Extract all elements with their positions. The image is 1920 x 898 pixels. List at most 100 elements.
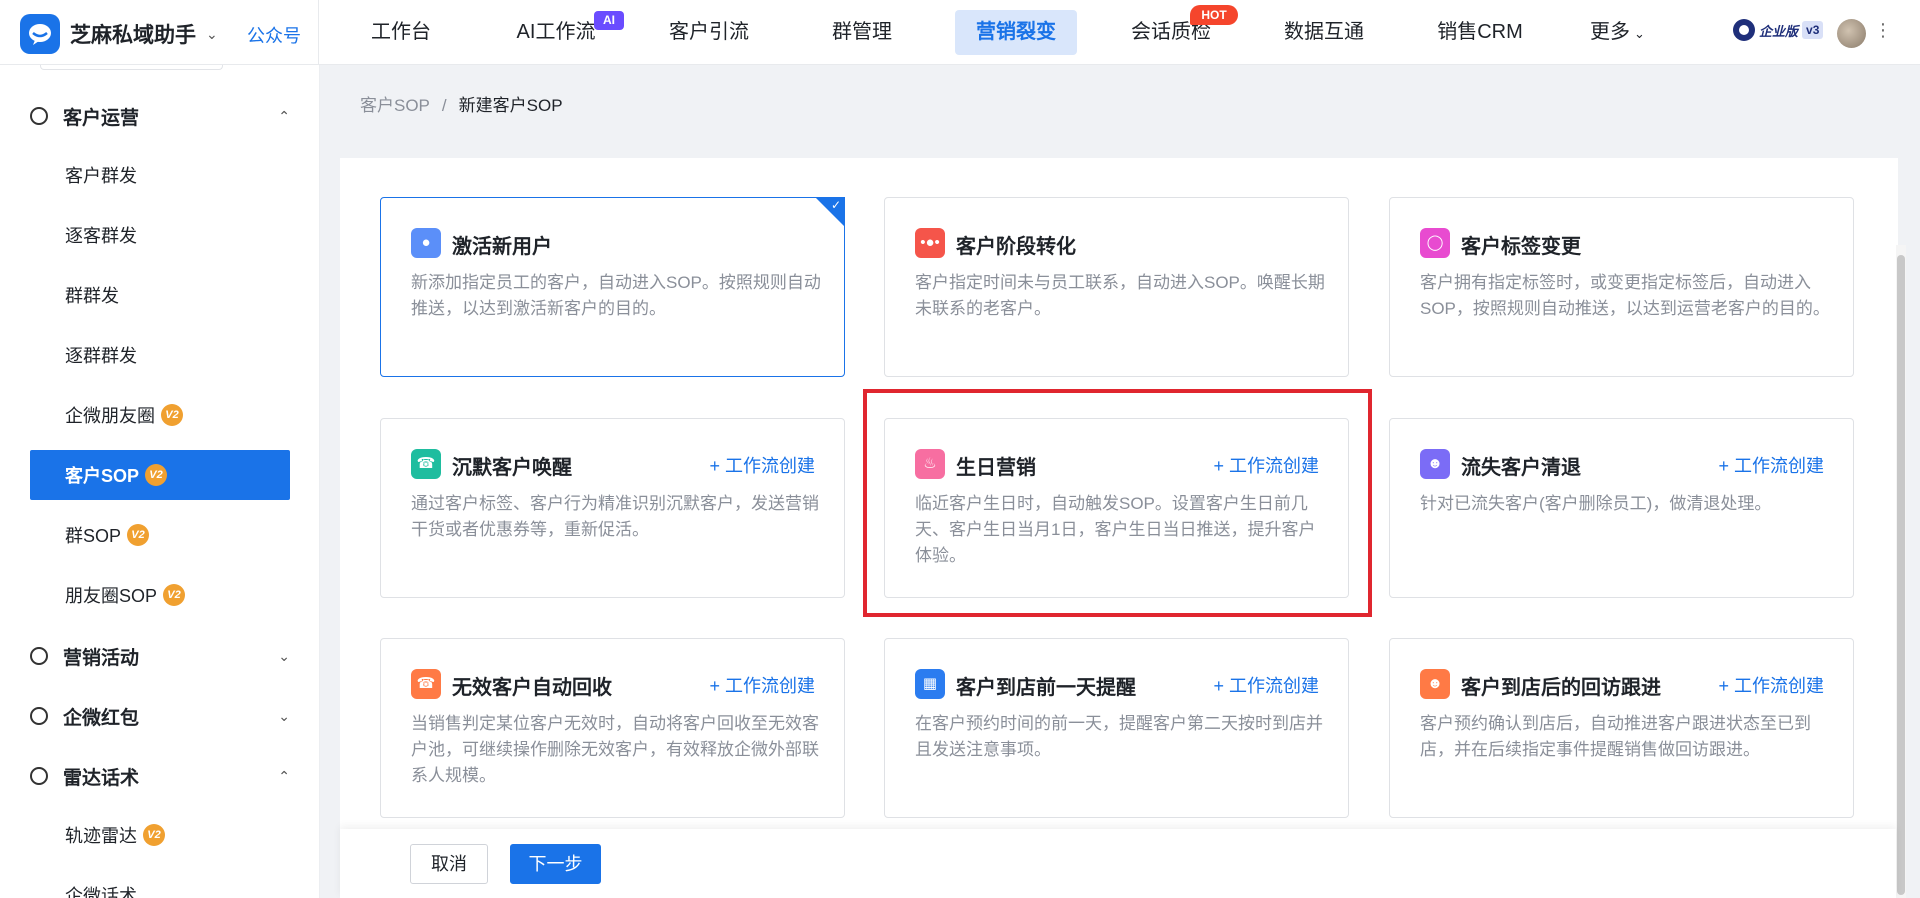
chevron-down-icon: ⌄: [278, 647, 290, 664]
sidebar-group-customer-ops[interactable]: 客户运营 ⌃: [30, 101, 290, 131]
template-card-churned-cleanup[interactable]: ☻ 流失客户清退 + 工作流创建 针对已流失客户(客户删除员工)，做清退处理。: [1389, 418, 1854, 598]
sidebar-item-per-customer-broadcast[interactable]: 逐客群发: [30, 210, 290, 260]
sidebar-item-per-group-broadcast[interactable]: 逐群群发: [30, 330, 290, 380]
workflow-create-link[interactable]: + 工作流创建: [1213, 672, 1319, 698]
plus-icon: +: [709, 456, 725, 476]
plus-icon: +: [1718, 676, 1734, 696]
edition-badge[interactable]: 企业版 v3: [1733, 19, 1824, 41]
sidebar-item-group-broadcast[interactable]: 群群发: [30, 270, 290, 320]
sidebar-item-moments-sop[interactable]: 朋友圈SOP V2: [30, 570, 290, 620]
official-account-link[interactable]: 公众号: [247, 22, 301, 48]
workflow-create-label: 工作流创建: [1229, 676, 1319, 696]
divider: [318, 0, 319, 65]
activate-icon: ●: [411, 228, 441, 258]
store-icon: ▦: [915, 669, 945, 699]
footer-bar: 取消 下一步: [340, 829, 1896, 898]
nav-workbench[interactable]: 工作台: [355, 10, 447, 55]
sidebar-item-label: 企微话术: [65, 886, 137, 898]
card-title: 沉默客户唤醒: [452, 457, 572, 479]
breadcrumb: 客户SOP / 新建客户SOP: [360, 91, 563, 116]
template-card-stage-conversion[interactable]: •●• 客户阶段转化 客户指定时间未与员工联系，自动进入SOP。唤醒长期未联系的…: [884, 197, 1349, 377]
avatar[interactable]: [1837, 19, 1866, 48]
workflow-create-label: 工作流创建: [1734, 456, 1824, 476]
chevron-up-icon: ⌃: [278, 107, 290, 124]
sidebar-item-label: 逐群群发: [65, 346, 137, 366]
workflow-create-label: 工作流创建: [725, 456, 815, 476]
card-title: 客户标签变更: [1461, 236, 1581, 258]
nav-sales-crm[interactable]: 销售CRM: [1425, 10, 1535, 55]
sidebar-item-label: 逐客群发: [65, 226, 137, 246]
card-description: 客户拥有指定标签时，或变更指定标签后，自动进入SOP，按照规则自动推送，以达到运…: [1420, 273, 1830, 318]
nav-more[interactable]: 更多 ⌄: [1590, 10, 1672, 55]
breadcrumb-parent[interactable]: 客户SOP: [360, 96, 430, 115]
card-description: 当销售判定某位客户无效时，自动将客户回收至无效客户池，可继续操作删除无效客户，有…: [411, 714, 819, 785]
sidebar-group-red-packet[interactable]: 企微红包 ⌄: [30, 701, 290, 731]
nav-customer-acquisition[interactable]: 客户引流: [658, 10, 760, 55]
card-description: 客户指定时间未与员工联系，自动进入SOP。唤醒长期未联系的老客户。: [915, 273, 1325, 318]
sidebar-item-label: 群群发: [65, 286, 119, 306]
plus-icon: +: [709, 676, 725, 696]
nav-group-management[interactable]: 群管理: [812, 10, 912, 55]
sidebar-item-label: 客户SOP: [65, 466, 140, 486]
card-description: 针对已流失客户(客户删除员工)，做清退处理。: [1420, 494, 1772, 513]
tag-icon: ◯: [1420, 228, 1450, 258]
sidebar: 客户运营 ⌃ 客户群发 逐客群发 群群发 逐群群发 企微朋友圈 V2 客户SOP V…: [0, 65, 320, 898]
breadcrumb-current: 新建客户SOP: [458, 96, 563, 115]
chevron-down-icon[interactable]: ⌄: [206, 26, 218, 43]
workflow-create-link[interactable]: + 工作流创建: [1718, 672, 1824, 698]
workflow-create-link[interactable]: + 工作流创建: [709, 672, 815, 698]
sidebar-item-label: 客户群发: [65, 166, 137, 186]
template-card-activate-new-users[interactable]: ✓ ● 激活新用户 新添加指定员工的客户，自动进入SOP。按照规则自动推送，以达…: [380, 197, 845, 377]
sidebar-item-label: 轨迹雷达: [65, 826, 137, 846]
marketing-activity-icon: [30, 647, 48, 665]
template-card-invalid-recycle[interactable]: ☎ 无效客户自动回收 + 工作流创建 当销售判定某位客户无效时，自动将客户回收至…: [380, 638, 845, 818]
sidebar-group-radar-scripts[interactable]: 雷达话术 ⌃: [30, 761, 290, 791]
nav-data-exchange[interactable]: 数据互通: [1273, 10, 1375, 55]
template-card-store-visit-reminder[interactable]: ▦ 客户到店前一天提醒 + 工作流创建 在客户预约时间的前一天，提醒客户第二天按…: [884, 638, 1349, 818]
scrollbar-thumb[interactable]: [1897, 255, 1905, 895]
sidebar-item-label: 企微朋友圈: [65, 406, 155, 426]
sidebar-item-customer-broadcast[interactable]: 客户群发: [30, 150, 290, 200]
sidebar-item-moments[interactable]: 企微朋友圈 V2: [30, 390, 290, 440]
template-card-silent-wakeup[interactable]: ☎ 沉默客户唤醒 + 工作流创建 通过客户标签、客户行为精准识别沉默客户，发送营…: [380, 418, 845, 598]
template-card-tag-change[interactable]: ◯ 客户标签变更 客户拥有指定标签时，或变更指定标签后，自动进入SOP，按照规则…: [1389, 197, 1854, 377]
chevron-down-icon: ⌄: [278, 707, 290, 724]
brand[interactable]: 芝麻私域助手 ⌄: [20, 14, 218, 54]
recycle-icon: ☎: [411, 669, 441, 699]
card-description: 在客户预约时间的前一天，提醒客户第二天按时到店并且发送注意事项。: [915, 714, 1323, 759]
checkmark-icon: ✓: [830, 198, 841, 212]
sidebar-item-group-sop[interactable]: 群SOP V2: [30, 510, 290, 560]
plus-icon: +: [1213, 676, 1229, 696]
brand-logo-icon: [20, 14, 60, 54]
cancel-button[interactable]: 取消: [410, 844, 488, 884]
workflow-create-label: 工作流创建: [725, 676, 815, 696]
template-card-post-visit-followup[interactable]: ☻ 客户到店后的回访跟进 + 工作流创建 客户预约确认到店后，自动推进客户跟进状…: [1389, 638, 1854, 818]
customer-ops-icon: [30, 107, 48, 125]
sidebar-item-track-radar[interactable]: 轨迹雷达 V2: [30, 810, 290, 860]
workflow-create-link[interactable]: + 工作流创建: [709, 452, 815, 478]
workflow-create-link[interactable]: + 工作流创建: [1718, 452, 1824, 478]
edition-version: v3: [1802, 21, 1824, 39]
nav-marketing-fission[interactable]: 营销裂变: [955, 10, 1077, 55]
v2-badge: V2: [143, 824, 165, 846]
card-title: 流失客户清退: [1461, 457, 1581, 479]
breadcrumb-separator: /: [441, 96, 447, 115]
sidebar-group-marketing-activities[interactable]: 营销活动 ⌄: [30, 641, 290, 671]
more-menu-icon[interactable]: ⋮: [1874, 20, 1892, 41]
card-description: 通过客户标签、客户行为精准识别沉默客户，发送营销干货或者优惠券等，重新促活。: [411, 494, 819, 539]
next-button[interactable]: 下一步: [510, 844, 601, 884]
sidebar-item-label: 群SOP: [65, 526, 122, 546]
v2-badge: V2: [145, 464, 168, 486]
edition-label: 企业版: [1759, 23, 1799, 39]
v2-badge: V2: [161, 404, 183, 426]
sidebar-group-label: 企微红包: [63, 707, 140, 729]
highlight-box: [863, 389, 1372, 617]
red-packet-icon: [30, 707, 48, 725]
chevron-up-icon: ⌃: [278, 767, 290, 784]
sidebar-item-customer-sop[interactable]: 客户SOP V2: [30, 450, 290, 500]
workflow-create-label: 工作流创建: [1734, 676, 1824, 696]
sidebar-item-label: 朋友圈SOP: [65, 586, 158, 606]
sidebar-item-wecom-scripts[interactable]: 企微话术: [30, 870, 290, 898]
sidebar-group-label: 雷达话术: [63, 767, 140, 789]
ai-badge: AI: [594, 11, 624, 30]
